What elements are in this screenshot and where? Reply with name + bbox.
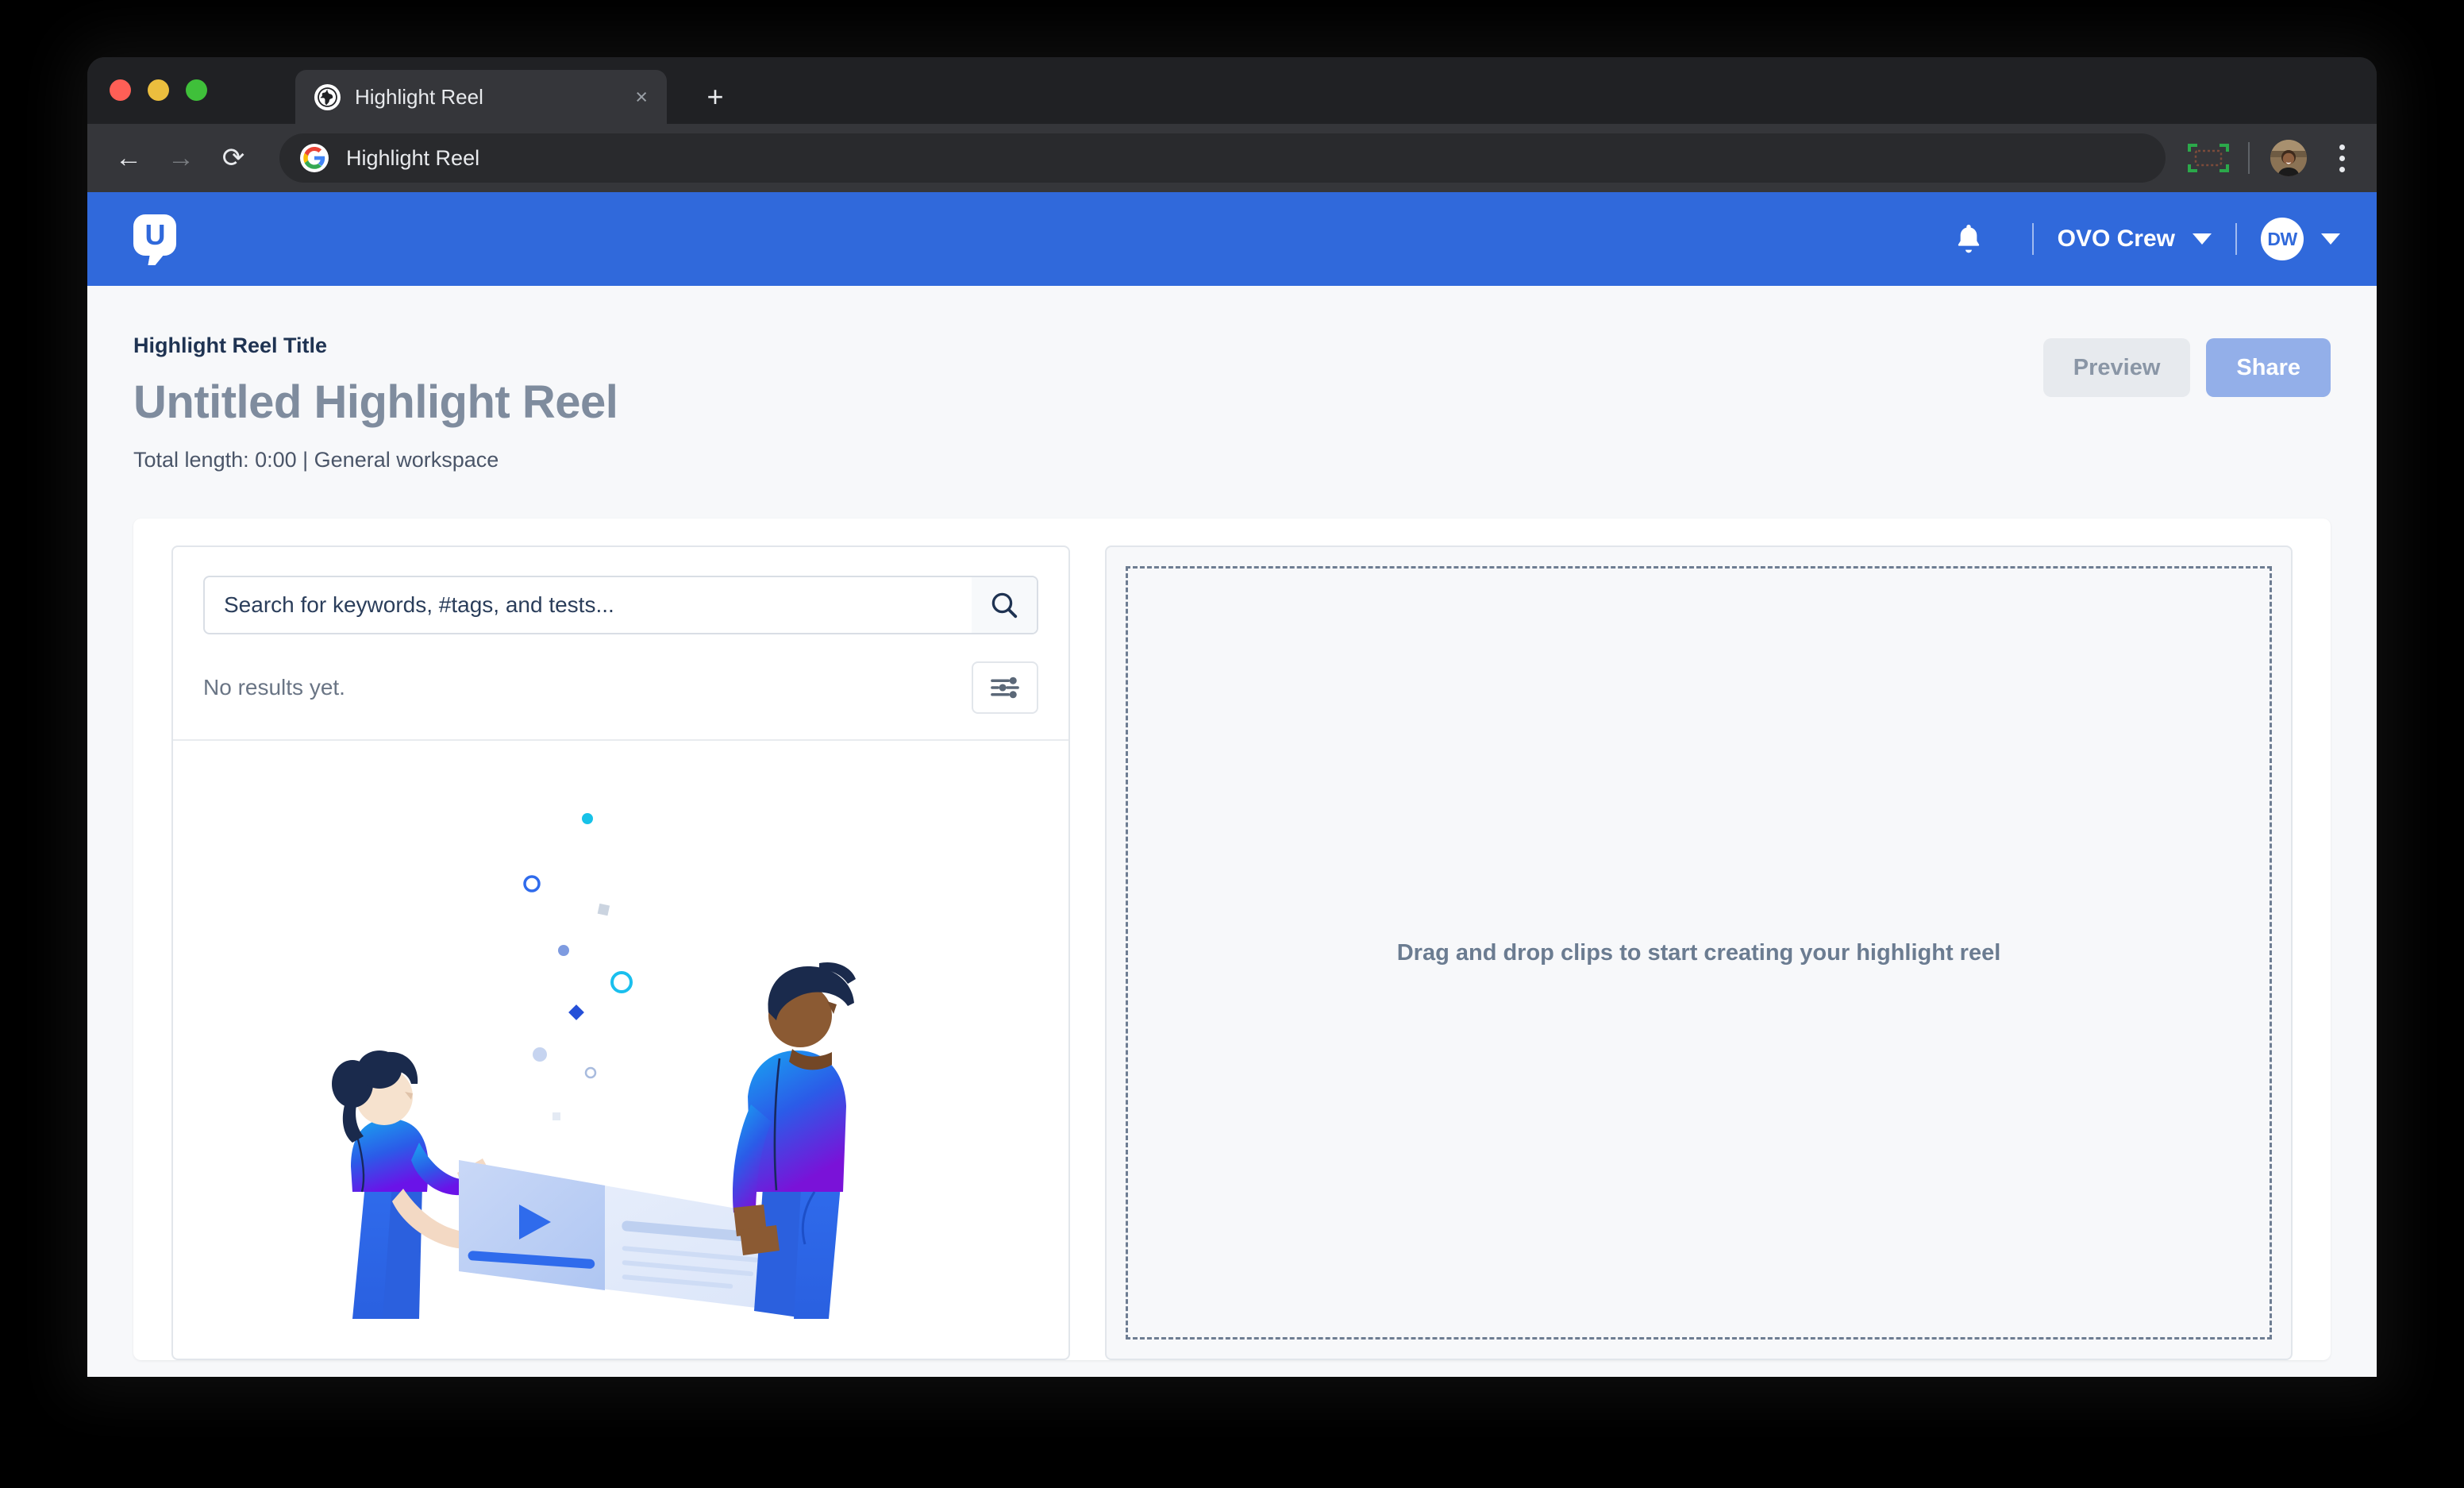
search-icon[interactable] bbox=[972, 577, 1037, 633]
app-viewport: U OVO Crew DW Highlight Reel Title Untit… bbox=[87, 192, 2377, 1377]
forward-button[interactable]: → bbox=[160, 137, 202, 179]
search-results-row: No results yet. bbox=[173, 634, 1068, 739]
address-bar[interactable]: Highlight Reel bbox=[279, 133, 2166, 183]
logo-letter: U bbox=[144, 218, 166, 251]
no-results-label: No results yet. bbox=[203, 675, 345, 700]
app-header-right: OVO Crew DW bbox=[1953, 218, 2340, 260]
bell-icon[interactable] bbox=[1953, 222, 1985, 256]
reel-drop-zone[interactable]: Drag and drop clips to start creating yo… bbox=[1105, 545, 2293, 1360]
highlight-reel-editor-card: No results yet. bbox=[133, 518, 2331, 1360]
chevron-down-icon[interactable] bbox=[2193, 233, 2212, 245]
minimize-window-button[interactable] bbox=[148, 79, 169, 101]
empty-state-illustration bbox=[173, 741, 1068, 1359]
toolbar-right-actions bbox=[2186, 140, 2356, 176]
preview-button[interactable]: Preview bbox=[2042, 338, 2191, 397]
browser-toolbar: ← → ⟳ Highlight Reel bbox=[87, 124, 2377, 192]
avatar[interactable]: DW bbox=[2261, 218, 2304, 260]
window-traffic-lights bbox=[110, 79, 207, 101]
capture-icon[interactable] bbox=[2186, 141, 2231, 175]
header-divider-2 bbox=[2235, 223, 2237, 255]
page-heading: Highlight Reel Title Untitled Highlight … bbox=[87, 286, 2377, 472]
globe-icon bbox=[314, 83, 341, 110]
profile-avatar[interactable] bbox=[2270, 140, 2307, 176]
illustration-video-card bbox=[459, 1160, 768, 1309]
page-title[interactable]: Untitled Highlight Reel bbox=[133, 376, 2043, 429]
drop-zone-label: Drag and drop clips to start creating yo… bbox=[1396, 939, 2001, 966]
page-actions: Preview Share bbox=[2042, 333, 2331, 397]
page-heading-text: Highlight Reel Title Untitled Highlight … bbox=[133, 333, 2043, 472]
people-carrying-video-card-illustration bbox=[332, 813, 856, 1319]
user-chevron-down-icon[interactable] bbox=[2321, 233, 2340, 245]
page-eyebrow: Highlight Reel Title bbox=[133, 333, 328, 357]
back-button[interactable]: ← bbox=[108, 137, 149, 179]
page-meta: Total length: 0:00 | General workspace bbox=[133, 448, 499, 472]
browser-tab-title: Highlight Reel bbox=[355, 84, 483, 109]
usertesting-logo[interactable]: U bbox=[133, 214, 176, 265]
filter-sliders-icon[interactable] bbox=[972, 661, 1038, 714]
search-box bbox=[203, 576, 1038, 634]
reel-drop-zone-dashed-area[interactable]: Drag and drop clips to start creating yo… bbox=[1126, 566, 2272, 1340]
search-panel-top bbox=[173, 547, 1068, 634]
browser-tab-strip: Highlight Reel × + bbox=[87, 57, 2377, 124]
google-g-icon bbox=[300, 144, 329, 172]
address-bar-text: Highlight Reel bbox=[346, 145, 480, 170]
search-input[interactable] bbox=[205, 577, 972, 633]
close-tab-icon[interactable]: × bbox=[629, 83, 654, 111]
reload-button[interactable]: ⟳ bbox=[213, 137, 254, 179]
share-button[interactable]: Share bbox=[2206, 338, 2331, 397]
close-window-button[interactable] bbox=[110, 79, 131, 101]
header-divider-1 bbox=[2031, 223, 2034, 255]
browser-menu-icon[interactable] bbox=[2327, 140, 2356, 176]
clip-search-panel: No results yet. bbox=[171, 545, 1070, 1360]
toolbar-divider bbox=[2248, 142, 2250, 174]
maximize-window-button[interactable] bbox=[186, 79, 207, 101]
workspace-selector-label: OVO Crew bbox=[2057, 226, 2175, 252]
browser-window: Highlight Reel × + ← → ⟳ Highlight Reel bbox=[87, 57, 2377, 1377]
new-tab-button[interactable]: + bbox=[699, 81, 732, 114]
browser-tab[interactable]: Highlight Reel × bbox=[295, 70, 667, 124]
app-header: U OVO Crew DW bbox=[87, 192, 2377, 286]
